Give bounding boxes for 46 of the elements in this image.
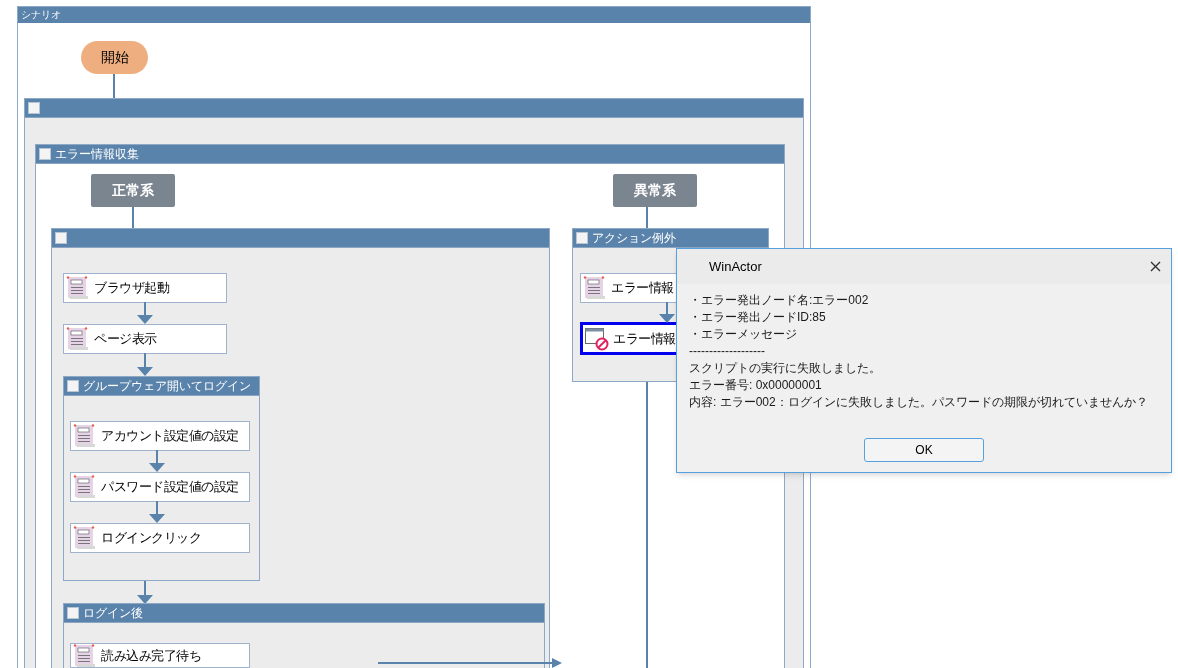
script-icon (66, 327, 90, 351)
action-node[interactable]: 読み込み完了待ち (70, 643, 250, 668)
node-label: パスワード設定値の設定 (101, 479, 239, 495)
ok-button[interactable]: OK (864, 438, 984, 462)
flow-arrow (659, 302, 675, 323)
node-label: ログインクリック (101, 530, 201, 546)
script-icon (73, 526, 97, 550)
branch-label: 正常系 (91, 174, 175, 207)
script-icon (583, 276, 607, 300)
group-title: グループウェア開いてログイン (83, 380, 251, 392)
node-label: エラー情報 (611, 280, 674, 296)
script-icon (66, 276, 90, 300)
script-icon (73, 643, 97, 668)
group-title: ログイン後 (83, 607, 143, 619)
flow-arrow (149, 501, 165, 523)
action-node[interactable]: アカウント設定値の設定 (70, 421, 250, 451)
node-label: エラー情報 (613, 330, 676, 347)
collapse-button[interactable] (67, 380, 79, 392)
flow-arrow (137, 353, 153, 376)
collapse-button[interactable] (67, 607, 79, 619)
branch-label: 異常系 (613, 174, 697, 207)
message-line: エラー番号: 0x00000001 (689, 377, 823, 394)
collapse-button[interactable] (28, 102, 40, 114)
script-icon (73, 475, 97, 499)
script-icon (73, 424, 97, 448)
node-label: ブラウザ起動 (94, 280, 169, 296)
action-node[interactable]: ログインクリック (70, 523, 250, 553)
action-node[interactable]: ページ表示 (63, 324, 227, 354)
scenario-title: シナリオ (21, 10, 61, 20)
flow-arrow (149, 450, 165, 472)
collapse-button[interactable] (55, 232, 67, 244)
node-label: ページ表示 (94, 331, 157, 347)
close-icon[interactable] (1150, 261, 1161, 272)
group-title: エラー情報収集 (55, 148, 139, 160)
node-label: アカウント設定値の設定 (101, 428, 239, 444)
collapse-button[interactable] (576, 232, 588, 244)
dialog-title: WinActor (709, 257, 762, 276)
collapse-button[interactable] (39, 148, 51, 160)
message-line: スクリプトの実行に失敗しました。 (689, 360, 882, 377)
node-label: 読み込み完了待ち (101, 647, 201, 664)
action-node[interactable]: パスワード設定値の設定 (70, 472, 250, 502)
group-title: アクション例外 (592, 232, 676, 244)
flow-arrow (137, 302, 153, 324)
window-prohibited-icon (585, 326, 609, 351)
action-node[interactable]: ブラウザ起動 (63, 273, 227, 303)
message-line: 内容: エラー002：ログインに失敗しました。パスワードの期限が切れていませんか？ (689, 394, 1149, 411)
